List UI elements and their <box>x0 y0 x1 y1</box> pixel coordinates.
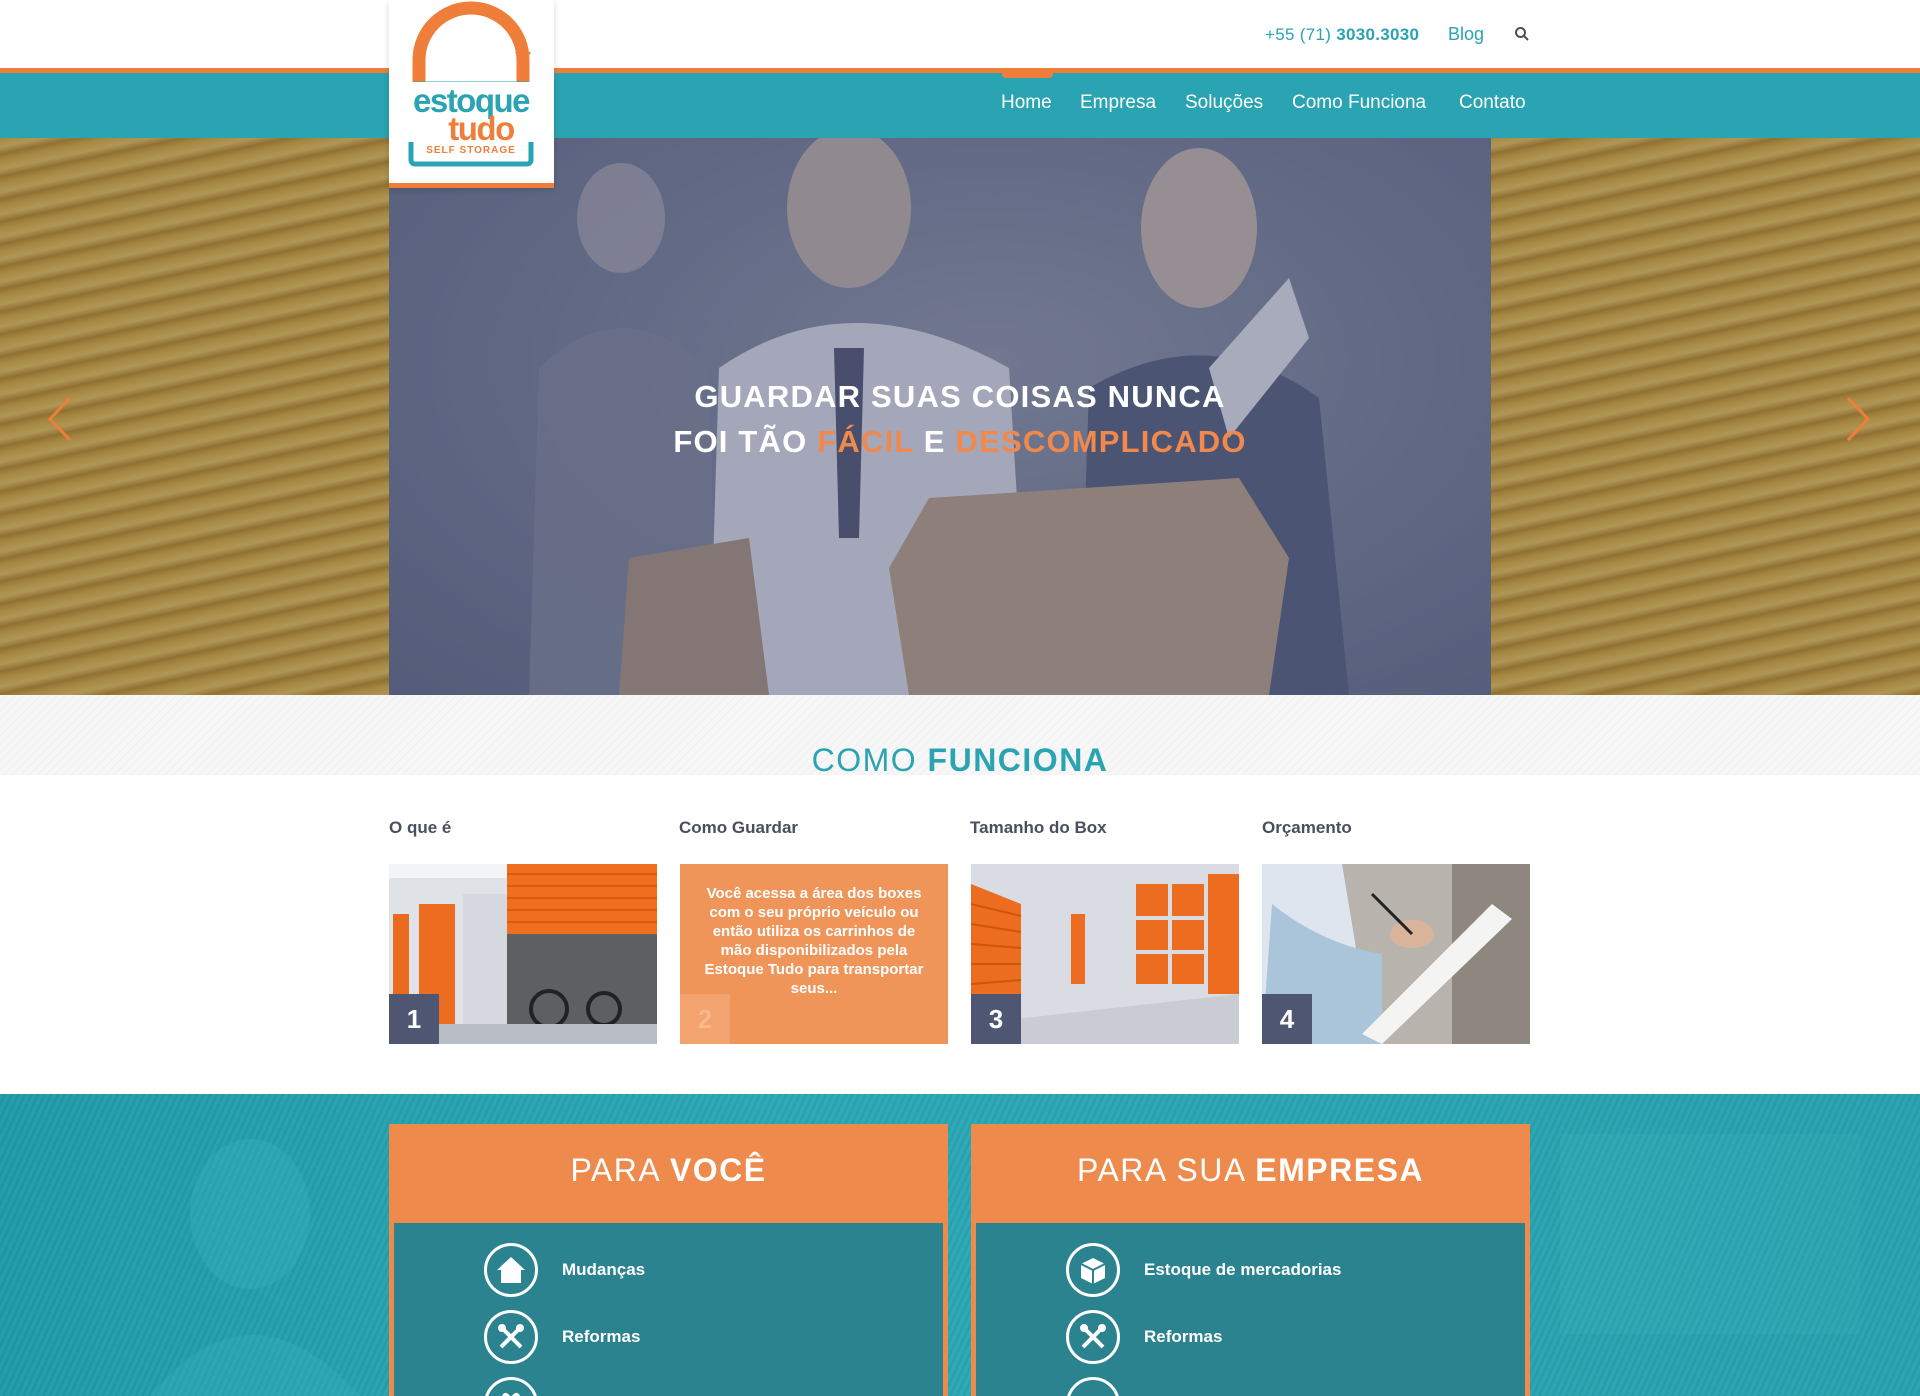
main-nav-bar <box>0 73 1920 138</box>
panel-para-voce-title: PARA VOCÊ <box>389 1152 948 1189</box>
nav-solucoes[interactable]: Soluções <box>1185 92 1263 114</box>
gift-icon <box>484 1377 538 1396</box>
panel-para-voce-list: Mudanças Reformas <box>394 1223 943 1396</box>
top-bar: +55 (71) 3030.3030 Blog <box>0 0 1920 68</box>
hero-text-prefix: FOI TÃO <box>673 424 808 459</box>
hero-slider: GUARDAR SUAS COISAS NUNCA FOI TÃO FÁCIL … <box>0 138 1920 695</box>
solutions-background-photo <box>150 1134 1860 1396</box>
step-card-2-description: Você acessa a área dos boxes com o seu p… <box>704 885 924 997</box>
solution-item-estoque-de-mercadorias[interactable]: Estoque de mercadorias <box>1066 1243 1341 1297</box>
box-icon <box>1066 1243 1120 1297</box>
solution-label: Mudanças <box>562 1260 646 1279</box>
phone-prefix: +55 (71) <box>1265 25 1332 44</box>
tools-icon <box>1066 1310 1120 1364</box>
nav-active-indicator <box>1002 68 1053 78</box>
phone-number[interactable]: +55 (71) 3030.3030 <box>1265 25 1419 45</box>
blog-link[interactable]: Blog <box>1448 24 1484 45</box>
section-title-bold: FUNCIONA <box>927 742 1109 778</box>
hero-headline-line2: FOI TÃO FÁCIL E DESCOMPLICADO <box>0 419 1920 464</box>
house-icon <box>484 1243 538 1297</box>
step-card-3[interactable]: 3 <box>971 864 1239 1044</box>
panel-para-empresa-title: PARA SUA EMPRESA <box>971 1152 1530 1189</box>
tools-icon <box>484 1310 538 1364</box>
section-title-como-funciona: COMO FUNCIONA <box>0 742 1920 779</box>
step-label-tamanho-do-box: Tamanho do Box <box>970 818 1107 837</box>
step-number-2: 2 <box>680 994 730 1044</box>
panel-title-light: PARA SUA <box>1076 1152 1245 1188</box>
hero-text-mid: E <box>923 424 946 459</box>
step-number-3: 3 <box>971 994 1021 1044</box>
nav-empresa[interactable]: Empresa <box>1080 92 1156 114</box>
step-card-2[interactable]: Você acessa a área dos boxes com o seu p… <box>680 864 948 1044</box>
panel-para-empresa: PARA SUA EMPRESA Estoque de mercadorias … <box>971 1124 1530 1396</box>
chevron-left-icon[interactable] <box>46 394 76 444</box>
step-card-4[interactable]: 4 <box>1262 864 1530 1044</box>
nav-como-funciona[interactable]: Como Funciona <box>1292 92 1426 114</box>
solution-label: Reformas <box>562 1327 641 1346</box>
panel-para-empresa-list: Estoque de mercadorias Reformas <box>976 1223 1525 1396</box>
search-icon[interactable] <box>1514 26 1530 42</box>
panel-title-bold: VOCÊ <box>669 1152 767 1188</box>
solution-label: Reformas <box>1144 1327 1223 1346</box>
section-title-light: COMO <box>811 742 918 778</box>
svg-text:tudo: tudo <box>448 110 514 147</box>
solution-item-reformas[interactable]: Reformas <box>484 1310 640 1364</box>
step-number-1: 1 <box>389 994 439 1044</box>
step-label-como-guardar: Como Guardar <box>679 818 799 837</box>
hero-headline: GUARDAR SUAS COISAS NUNCA FOI TÃO FÁCIL … <box>0 374 1920 464</box>
step-card-1[interactable]: 1 <box>389 864 657 1044</box>
panel-title-light: PARA <box>570 1152 660 1188</box>
nav-contato[interactable]: Contato <box>1459 92 1526 114</box>
step-label-o-que-e: O que é <box>389 818 452 837</box>
step-number-4: 4 <box>1262 994 1312 1044</box>
solution-item-next-empresa[interactable] <box>1066 1377 1120 1396</box>
nav-home[interactable]: Home <box>1001 92 1052 114</box>
solution-item-reformas-empresa[interactable]: Reformas <box>1066 1310 1222 1364</box>
solution-item-next[interactable] <box>484 1377 538 1396</box>
hero-accent-facil: FÁCIL <box>817 424 914 459</box>
step-label-orcamento: Orçamento <box>1262 818 1352 837</box>
solution-item-mudancas[interactable]: Mudanças <box>484 1243 645 1297</box>
panel-title-bold: EMPRESA <box>1255 1152 1425 1188</box>
estoque-tudo-logo: estoque tudo SELF STORAGE <box>403 1 539 167</box>
phone-digits: 3030.3030 <box>1336 25 1420 44</box>
truck-icon <box>1066 1377 1120 1396</box>
svg-text:SELF STORAGE: SELF STORAGE <box>426 145 516 156</box>
hero-headline-line1: GUARDAR SUAS COISAS NUNCA <box>694 379 1226 414</box>
panel-para-voce: PARA VOCÊ Mudanças Reformas <box>389 1124 948 1396</box>
hero-accent-descomplicado: DESCOMPLICADO <box>955 424 1247 459</box>
solution-label: Estoque de mercadorias <box>1144 1260 1342 1279</box>
chevron-right-icon[interactable] <box>1842 394 1872 444</box>
site-logo[interactable]: estoque tudo SELF STORAGE <box>389 0 554 188</box>
solutions-section <box>0 1094 1920 1396</box>
